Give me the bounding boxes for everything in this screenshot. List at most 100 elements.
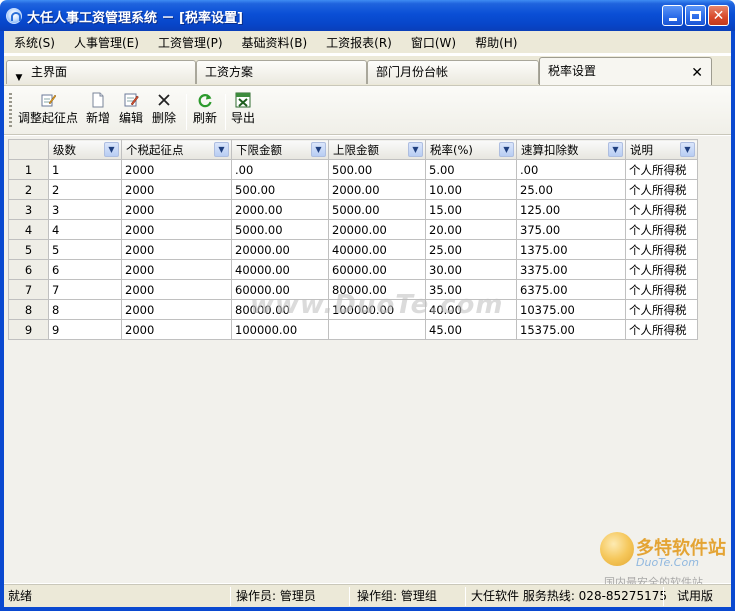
column-header-lower-limit[interactable]: 下限金额 ▼ (231, 139, 329, 160)
column-filter-dropdown-icon[interactable]: ▼ (680, 142, 695, 157)
cell-tax-rate[interactable]: 30.00 (425, 259, 517, 280)
cell-level[interactable]: 3 (48, 199, 122, 220)
row-header-corner[interactable] (8, 139, 49, 160)
cell-upper-limit[interactable]: 60000.00 (328, 259, 426, 280)
app-icon[interactable] (6, 8, 22, 24)
column-header-level[interactable]: 级数 ▼ (48, 139, 122, 160)
cell-quick-deduction[interactable]: 25.00 (516, 179, 626, 200)
column-filter-dropdown-icon[interactable]: ▼ (499, 142, 514, 157)
cell-description[interactable]: 个人所得税 (625, 159, 698, 180)
cell-quick-deduction[interactable]: 125.00 (516, 199, 626, 220)
column-header-tax-threshold[interactable]: 个税起征点 ▼ (121, 139, 232, 160)
menu-payroll[interactable]: 工资管理(P) (158, 34, 223, 51)
cell-description[interactable]: 个人所得税 (625, 219, 698, 240)
cell-tax-rate[interactable]: 20.00 (425, 219, 517, 240)
cell-description[interactable]: 个人所得税 (625, 179, 698, 200)
row-number-cell[interactable]: 7 (8, 279, 49, 300)
cell-tax-threshold[interactable]: 2000 (121, 219, 232, 240)
cell-description[interactable]: 个人所得税 (625, 199, 698, 220)
cell-description[interactable]: 个人所得税 (625, 239, 698, 260)
cell-lower-limit[interactable]: 40000.00 (231, 259, 329, 280)
column-filter-dropdown-icon[interactable]: ▼ (408, 142, 423, 157)
cell-quick-deduction[interactable]: 375.00 (516, 219, 626, 240)
cell-quick-deduction[interactable]: 15375.00 (516, 319, 626, 340)
title-bar[interactable]: 大任人事工资管理系统 － [税率设置] ✕ (0, 0, 735, 31)
tab-close-icon[interactable]: ✕ (691, 60, 703, 86)
row-number-cell[interactable]: 4 (8, 219, 49, 240)
adjust-threshold-button[interactable]: 调整起征点 (17, 92, 79, 132)
cell-tax-threshold[interactable]: 2000 (121, 199, 232, 220)
cell-level[interactable]: 4 (48, 219, 122, 240)
row-number-cell[interactable]: 9 (8, 319, 49, 340)
cell-upper-limit[interactable] (328, 319, 426, 340)
table-row[interactable]: 9 9 2000 100000.00 45.00 15375.00 个人所得税 (8, 319, 698, 340)
column-filter-dropdown-icon[interactable]: ▼ (104, 142, 119, 157)
cell-level[interactable]: 2 (48, 179, 122, 200)
cell-upper-limit[interactable]: 20000.00 (328, 219, 426, 240)
cell-tax-rate[interactable]: 25.00 (425, 239, 517, 260)
table-row[interactable]: 2 2 2000 500.00 2000.00 10.00 25.00 个人所得税 (8, 179, 698, 200)
row-number-cell[interactable]: 6 (8, 259, 49, 280)
table-row[interactable]: 3 3 2000 2000.00 5000.00 15.00 125.00 个人所得税 (8, 199, 698, 220)
cell-level[interactable]: 1 (48, 159, 122, 180)
cell-lower-limit[interactable]: 80000.00 (231, 299, 329, 320)
cell-description[interactable]: 个人所得税 (625, 279, 698, 300)
add-button[interactable]: 新增 (84, 92, 112, 132)
menu-payroll-reports[interactable]: 工资报表(R) (326, 34, 392, 51)
tab-salary-plan[interactable]: 工资方案 (196, 60, 367, 84)
cell-lower-limit[interactable]: 2000.00 (231, 199, 329, 220)
cell-tax-rate[interactable]: 5.00 (425, 159, 517, 180)
tab-main[interactable]: ▼ 主界面 (6, 60, 196, 84)
cell-upper-limit[interactable]: 5000.00 (328, 199, 426, 220)
menu-basic-data[interactable]: 基础资料(B) (242, 34, 308, 51)
menu-help[interactable]: 帮助(H) (475, 34, 517, 51)
cell-tax-rate[interactable]: 45.00 (425, 319, 517, 340)
cell-lower-limit[interactable]: .00 (231, 159, 329, 180)
cell-lower-limit[interactable]: 100000.00 (231, 319, 329, 340)
cell-quick-deduction[interactable]: .00 (516, 159, 626, 180)
table-row[interactable]: 5 5 2000 20000.00 40000.00 25.00 1375.00 个人所得税 (8, 239, 698, 260)
table-row[interactable]: 1 1 2000.00 500.00 5.00.00 个人所得税 (8, 159, 698, 180)
cell-tax-threshold[interactable]: 2000 (121, 299, 232, 320)
cell-level[interactable]: 6 (48, 259, 122, 280)
row-number-cell[interactable]: 5 (8, 239, 49, 260)
cell-tax-rate[interactable]: 15.00 (425, 199, 517, 220)
table-row[interactable]: 4 4 2000 5000.00 20000.00 20.00 375.00 个人所得税 (8, 219, 698, 240)
column-header-tax-rate[interactable]: 税率(%) ▼ (425, 139, 517, 160)
close-button[interactable]: ✕ (708, 5, 729, 26)
menu-window[interactable]: 窗口(W) (411, 34, 456, 51)
delete-button[interactable]: 删除 (150, 92, 178, 132)
cell-quick-deduction[interactable]: 1375.00 (516, 239, 626, 260)
cell-level[interactable]: 7 (48, 279, 122, 300)
cell-upper-limit[interactable]: 500.00 (328, 159, 426, 180)
cell-tax-threshold[interactable]: 2000 (121, 259, 232, 280)
cell-upper-limit[interactable]: 80000.00 (328, 279, 426, 300)
cell-tax-threshold[interactable]: 2000 (121, 179, 232, 200)
column-header-description[interactable]: 说明 ▼ (625, 139, 698, 160)
column-filter-dropdown-icon[interactable]: ▼ (608, 142, 623, 157)
row-number-cell[interactable]: 1 (8, 159, 49, 180)
cell-level[interactable]: 8 (48, 299, 122, 320)
cell-description[interactable]: 个人所得税 (625, 259, 698, 280)
column-filter-dropdown-icon[interactable]: ▼ (311, 142, 326, 157)
cell-description[interactable]: 个人所得税 (625, 299, 698, 320)
cell-quick-deduction[interactable]: 10375.00 (516, 299, 626, 320)
refresh-button[interactable]: 刷新 (190, 92, 220, 132)
cell-quick-deduction[interactable]: 3375.00 (516, 259, 626, 280)
cell-quick-deduction[interactable]: 6375.00 (516, 279, 626, 300)
row-number-cell[interactable]: 3 (8, 199, 49, 220)
menu-personnel[interactable]: 人事管理(E) (74, 34, 139, 51)
cell-upper-limit[interactable]: 100000.00 (328, 299, 426, 320)
toolbar-grip[interactable] (9, 93, 12, 129)
cell-description[interactable]: 个人所得税 (625, 319, 698, 340)
cell-level[interactable]: 9 (48, 319, 122, 340)
table-row[interactable]: 7 7 2000 60000.00 80000.00 35.00 6375.00 个人所得税 (8, 279, 698, 300)
menu-system[interactable]: 系统(S) (14, 34, 55, 51)
maximize-button[interactable] (685, 5, 706, 26)
cell-lower-limit[interactable]: 500.00 (231, 179, 329, 200)
edit-button[interactable]: 编辑 (117, 92, 145, 132)
cell-tax-rate[interactable]: 10.00 (425, 179, 517, 200)
cell-tax-rate[interactable]: 40.00 (425, 299, 517, 320)
row-number-cell[interactable]: 2 (8, 179, 49, 200)
tab-list-dropdown-icon[interactable]: ▼ (13, 72, 25, 84)
